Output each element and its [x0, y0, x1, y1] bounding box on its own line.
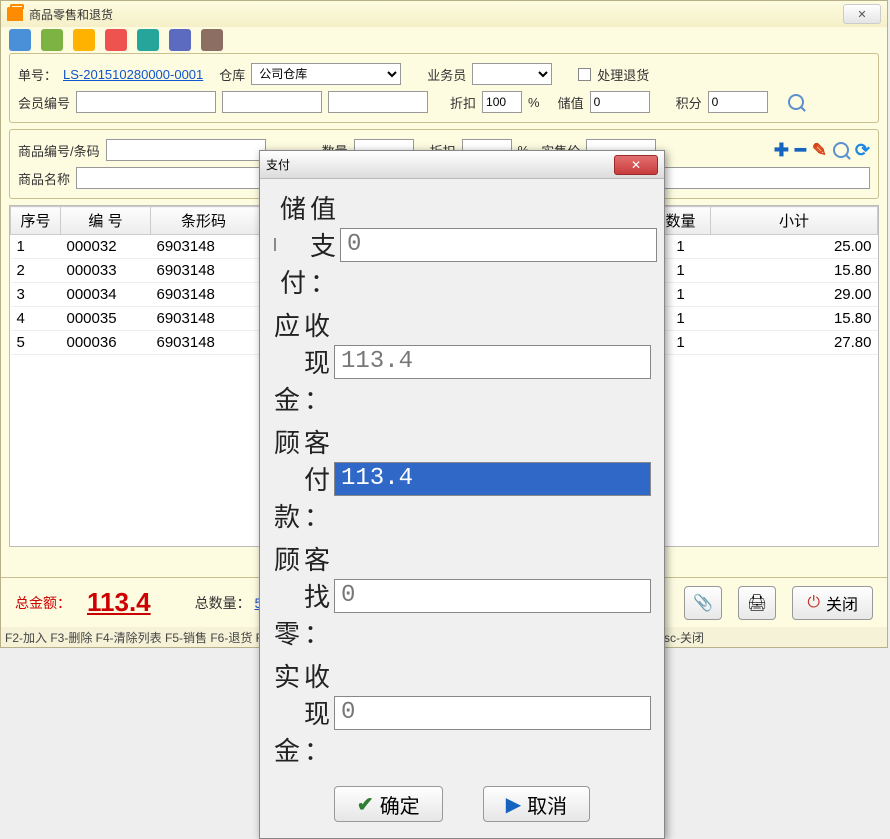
return-label: 处理退货	[597, 65, 649, 84]
member-aux1-input[interactable]	[222, 91, 322, 113]
toolbar-icon-6[interactable]	[169, 29, 191, 51]
points-label: 积分	[676, 93, 702, 112]
app-icon	[7, 7, 23, 21]
toolbar-icon-2[interactable]	[41, 29, 63, 51]
th-code: 编 号	[61, 207, 151, 235]
code-input[interactable]	[106, 139, 266, 161]
paid-input[interactable]	[334, 462, 651, 496]
add-icon[interactable]: ✚	[774, 140, 789, 161]
search-icon[interactable]	[788, 94, 804, 110]
total-amount: 113.4	[87, 587, 151, 618]
clear-icon[interactable]: ✎	[812, 140, 827, 161]
stored-pay-checkbox[interactable]	[274, 238, 276, 251]
return-checkbox[interactable]	[578, 68, 591, 81]
toolbar-icon-5[interactable]	[137, 29, 159, 51]
toolbar-icon-1[interactable]	[9, 29, 31, 51]
salesman-select[interactable]	[472, 63, 552, 85]
warehouse-select[interactable]: 公司仓库	[251, 63, 401, 85]
total-label: 总金额：	[15, 593, 71, 613]
code-label: 商品编号/条码	[18, 141, 100, 160]
salesman-label: 业务员	[427, 65, 466, 84]
discount-input[interactable]	[482, 91, 522, 113]
discount-label: 折扣	[450, 93, 476, 112]
remove-icon[interactable]: ━	[795, 140, 806, 161]
stored-label: 储值	[558, 93, 584, 112]
lookup-icon[interactable]	[833, 142, 849, 158]
dialog-ok-button[interactable]: ✔确定	[334, 786, 443, 822]
member-input[interactable]	[76, 91, 216, 113]
attach-button[interactable]: 📎	[684, 586, 722, 620]
titlebar: 商品零售和退货 ✕	[1, 1, 887, 27]
close-button[interactable]: ⏻关闭	[792, 586, 873, 620]
change-label: 顾客找零：	[274, 540, 334, 651]
warehouse-label: 仓库	[219, 65, 245, 84]
toolbar-icon-7[interactable]	[201, 29, 223, 51]
name-label: 商品名称	[18, 169, 70, 188]
stored-pay-label: 储值支付：	[280, 189, 340, 300]
dialog-titlebar: 支付 ✕	[260, 151, 664, 179]
th-sub: 小计	[711, 207, 878, 235]
app-toolbar	[1, 27, 887, 53]
th-seq: 序号	[11, 207, 61, 235]
total-qty-label: 总数量： 5	[195, 593, 263, 613]
change-input	[334, 579, 651, 613]
print-button[interactable]: 🖨	[738, 586, 776, 620]
member-aux2-input[interactable]	[328, 91, 428, 113]
receivable-input	[334, 345, 651, 379]
window-close-button[interactable]: ✕	[843, 4, 881, 24]
stored-input[interactable]	[590, 91, 650, 113]
stored-pay-input[interactable]	[340, 228, 657, 262]
dialog-title: 支付	[266, 156, 290, 173]
order-no-value[interactable]: LS-201510280000-0001	[63, 67, 203, 82]
discount-pct: %	[528, 95, 540, 110]
dialog-close-button[interactable]: ✕	[614, 155, 658, 175]
window-title: 商品零售和退货	[29, 6, 113, 23]
toolbar-icon-4[interactable]	[105, 29, 127, 51]
dialog-cancel-button[interactable]: ▶取消	[483, 786, 590, 822]
order-no-label: 单号：	[18, 65, 57, 84]
payment-dialog: 支付 ✕ 储值支付： 应收现金： 顾客付款： 顾客找零： 实收现金： ✔确定 ▶…	[259, 150, 665, 839]
member-label: 会员编号	[18, 93, 70, 112]
order-info-panel: 单号： LS-201510280000-0001 仓库 公司仓库 业务员 处理退…	[9, 53, 879, 123]
actual-input[interactable]	[334, 696, 651, 730]
toolbar-icon-3[interactable]	[73, 29, 95, 51]
paid-label: 顾客付款：	[274, 423, 334, 534]
receivable-label: 应收现金：	[274, 306, 334, 417]
actual-label: 实收现金：	[274, 657, 334, 768]
points-input[interactable]	[708, 91, 768, 113]
refresh-icon[interactable]: ⟳	[855, 140, 870, 161]
